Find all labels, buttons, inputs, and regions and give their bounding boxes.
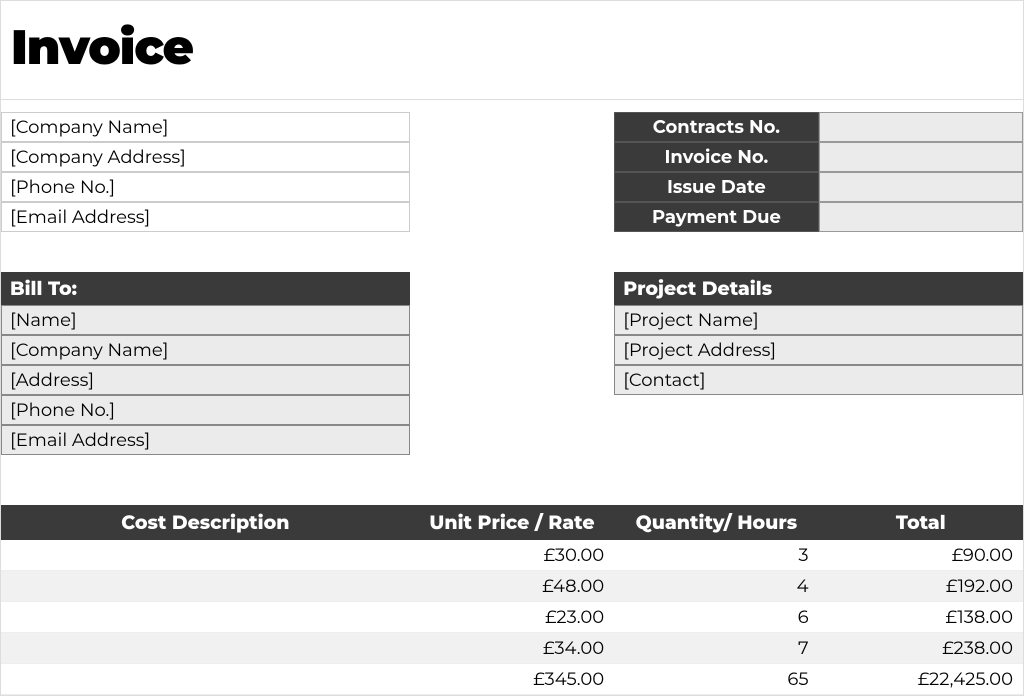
bill-to-company[interactable]: [Company Name] [1, 335, 410, 365]
bill-to-name[interactable]: [Name] [1, 305, 410, 335]
cell-unit[interactable]: £48.00 [410, 571, 614, 602]
label-contracts-no: Contracts No. [614, 112, 818, 142]
value-issue-date[interactable] [819, 172, 1023, 202]
company-name: [Company Name] [1, 112, 410, 142]
cell-unit[interactable]: £345.00 [410, 664, 614, 695]
cell-total[interactable]: £192.00 [819, 571, 1023, 602]
value-contracts-no[interactable] [819, 112, 1023, 142]
label-issue-date: Issue Date [614, 172, 818, 202]
company-phone: [Phone No.] [1, 172, 410, 202]
table-row: £30.003£90.00 [1, 540, 1023, 571]
header-info: [Company Name] Contracts No. [Company Ad… [1, 112, 1023, 232]
project-name[interactable]: [Project Name] [614, 305, 1023, 335]
col-header-unit: Unit Price / Rate [410, 505, 614, 540]
table-row: £345.0065£22,425.00 [1, 664, 1023, 695]
bill-to-header: Bill To: [1, 272, 410, 305]
bill-to-address[interactable]: [Address] [1, 365, 410, 395]
cell-unit[interactable]: £30.00 [410, 540, 614, 571]
spacer [410, 172, 614, 202]
cell-total[interactable]: £238.00 [819, 633, 1023, 664]
col-header-desc: Cost Description [1, 505, 410, 540]
col-header-qty: Quantity/ Hours [614, 505, 818, 540]
project-address[interactable]: [Project Address] [614, 335, 1023, 365]
spacer [410, 112, 614, 142]
line-items-table: Cost Description Unit Price / Rate Quant… [1, 505, 1023, 695]
spacer [410, 272, 614, 455]
table-row: £48.004£192.00 [1, 571, 1023, 602]
cell-desc[interactable] [1, 664, 410, 695]
cell-qty[interactable]: 3 [614, 540, 818, 571]
cell-total[interactable]: £138.00 [819, 602, 1023, 633]
cell-desc[interactable] [1, 602, 410, 633]
spacer [410, 202, 614, 232]
spacer [410, 142, 614, 172]
cell-qty[interactable]: 4 [614, 571, 818, 602]
cell-qty[interactable]: 6 [614, 602, 818, 633]
label-payment-due: Payment Due [614, 202, 818, 232]
cell-desc[interactable] [1, 633, 410, 664]
bill-to-box: Bill To: [Name] [Company Name] [Address]… [1, 272, 410, 455]
bill-to-phone[interactable]: [Phone No.] [1, 395, 410, 425]
value-payment-due[interactable] [819, 202, 1023, 232]
cell-total[interactable]: £22,425.00 [819, 664, 1023, 695]
company-address: [Company Address] [1, 142, 410, 172]
value-invoice-no[interactable] [819, 142, 1023, 172]
table-row: £34.007£238.00 [1, 633, 1023, 664]
table-row: £23.006£138.00 [1, 602, 1023, 633]
col-header-total: Total [819, 505, 1023, 540]
label-invoice-no: Invoice No. [614, 142, 818, 172]
cell-desc[interactable] [1, 540, 410, 571]
cell-total[interactable]: £90.00 [819, 540, 1023, 571]
project-box: Project Details [Project Name] [Project … [614, 272, 1023, 455]
cell-unit[interactable]: £23.00 [410, 602, 614, 633]
cell-unit[interactable]: £34.00 [410, 633, 614, 664]
project-contact[interactable]: [Contact] [614, 365, 1023, 395]
cell-qty[interactable]: 7 [614, 633, 818, 664]
company-email: [Email Address] [1, 202, 410, 232]
project-header: Project Details [614, 272, 1023, 305]
page-title: Invoice [11, 19, 1013, 77]
cell-desc[interactable] [1, 571, 410, 602]
bill-to-email[interactable]: [Email Address] [1, 425, 410, 455]
cell-qty[interactable]: 65 [614, 664, 818, 695]
